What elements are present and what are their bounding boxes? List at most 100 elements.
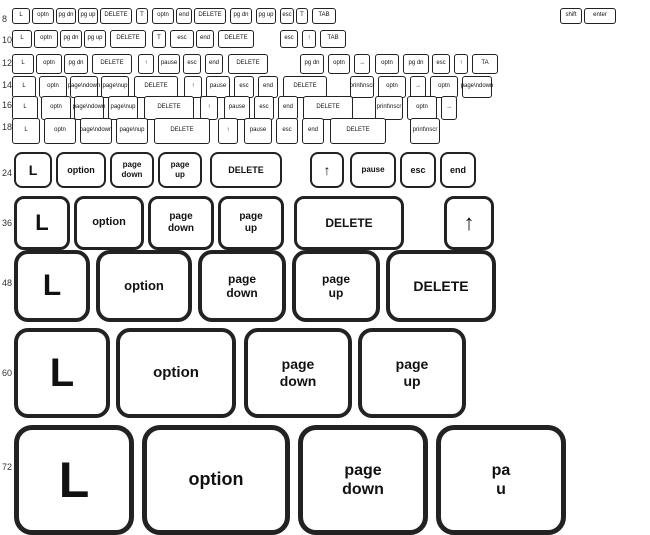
key-TA-r12[interactable]: TA (472, 54, 498, 74)
key-pause-r12[interactable]: pause (158, 54, 180, 74)
key-pgdn2-r8[interactable]: pg dn (230, 8, 252, 24)
key-enter-r8[interactable]: enter (584, 8, 616, 24)
key-end-r18[interactable]: end (302, 118, 324, 144)
key-option-r14[interactable]: optn (39, 76, 67, 98)
key-L-r16[interactable]: L (12, 96, 38, 120)
key-delete2-r18[interactable]: DELETE (330, 118, 386, 144)
key-T-r8[interactable]: T (136, 8, 148, 24)
key-pgdn2-r14[interactable]: page\ndown (462, 76, 492, 98)
key-delete2-r16[interactable]: DELETE (303, 96, 353, 120)
key-option-r16[interactable]: optn (41, 96, 71, 120)
key-tab-r8[interactable]: TAB (312, 8, 336, 24)
key-delete-r10[interactable]: DELETE (110, 30, 146, 48)
key-tab-r10[interactable]: TAB (320, 30, 346, 48)
key-end-r14[interactable]: end (258, 76, 278, 98)
key-option-r48[interactable]: option (96, 250, 192, 322)
key-end-r16[interactable]: end (278, 96, 298, 120)
key-psc-r16[interactable]: print\nscr (375, 96, 403, 120)
key-psc-r18[interactable]: print\nscr (410, 118, 440, 144)
key-option2-r14[interactable]: optn (378, 76, 406, 98)
key-pgup-r72[interactable]: pau (436, 425, 566, 535)
key-arr-r10[interactable]: ↑ (302, 30, 316, 48)
key-pgdn-r14[interactable]: page\ndown (70, 76, 98, 98)
key-pgup-r60[interactable]: pageup (358, 328, 466, 418)
key-delete-r18[interactable]: DELETE (154, 118, 210, 144)
key-esc-r16[interactable]: esc (254, 96, 274, 120)
key-end-r12[interactable]: end (205, 54, 223, 74)
key-L-r18[interactable]: L (12, 118, 40, 144)
key-pgup-r36[interactable]: pageup (218, 196, 284, 250)
key-option-r72[interactable]: option (142, 425, 290, 535)
key-delete-r16[interactable]: DELETE (144, 96, 194, 120)
key-end-r10[interactable]: end (196, 30, 214, 48)
key-arr-r14[interactable]: ↑ (184, 76, 202, 98)
key-pgdn-r10[interactable]: pg dn (60, 30, 82, 48)
key-esc2-r10[interactable]: esc (280, 30, 298, 48)
key-arr-r24[interactable]: ↑ (310, 152, 344, 188)
key-pgdn-r8[interactable]: pg dn (56, 8, 76, 24)
key-delete-r14[interactable]: DELETE (134, 76, 178, 98)
key-arr-r12[interactable]: ↑ (138, 54, 154, 74)
key-pgup-r18[interactable]: page\nup (116, 118, 148, 144)
key-esc-r14[interactable]: esc (234, 76, 254, 98)
key-esc-r12[interactable]: esc (183, 54, 201, 74)
key-arr-r16[interactable]: ↑ (200, 96, 218, 120)
key-pgdn-r16[interactable]: page\ndown (74, 96, 104, 120)
key-pgup-r24[interactable]: pageup (158, 152, 202, 188)
key-option-r12[interactable]: optn (36, 54, 62, 74)
key-pgdn3-r12[interactable]: pg dn (403, 54, 429, 74)
key-L-r24[interactable]: L (14, 152, 52, 188)
key-option-r18[interactable]: optn (44, 118, 76, 144)
key-pgup-r48[interactable]: pageup (292, 250, 380, 322)
key-arr-r36[interactable]: ↑ (444, 196, 494, 250)
key-arr2-r14[interactable]: → (410, 76, 426, 98)
key-option2-r12[interactable]: optn (328, 54, 350, 74)
key-esc-r24[interactable]: esc (400, 152, 436, 188)
key-L-r60[interactable]: L (14, 328, 110, 418)
key-pgdn2-r12[interactable]: pg dn (300, 54, 324, 74)
key-pause-r14[interactable]: pause (206, 76, 230, 98)
key-pgup-r8[interactable]: pg up (78, 8, 98, 24)
key-L-r48[interactable]: L (14, 250, 90, 322)
key-L-r72[interactable]: L (14, 425, 134, 535)
key-pgup-r16[interactable]: page\nup (108, 96, 138, 120)
key-sh-r8[interactable]: shift (560, 8, 582, 24)
key-pgdn-r12[interactable]: pg dn (64, 54, 88, 74)
key-esc-r10[interactable]: esc (170, 30, 194, 48)
key-delete2-r12[interactable]: DELETE (228, 54, 268, 74)
key-delete-r24[interactable]: DELETE (210, 152, 282, 188)
key-L-r8[interactable]: L (12, 8, 30, 24)
key-delete-r8[interactable]: DELETE (100, 8, 132, 24)
key-delete2-r8[interactable]: DELETE (194, 8, 226, 24)
key-pgdn-r18[interactable]: page\ndown (80, 118, 112, 144)
key-psc-r14[interactable]: print\nscr (350, 76, 374, 98)
key-delete-r48[interactable]: DELETE (386, 250, 496, 322)
key-option-r24[interactable]: option (56, 152, 106, 188)
key-arr3-r12[interactable]: ↑ (454, 54, 468, 74)
key-T-r10[interactable]: T (152, 30, 166, 48)
key-delete-r36[interactable]: DELETE (294, 196, 404, 250)
key-delete2-r14[interactable]: DELETE (283, 76, 327, 98)
key-option-r60[interactable]: option (116, 328, 236, 418)
key-arr2-r16[interactable]: → (441, 96, 457, 120)
key-pgdn-r48[interactable]: pagedown (198, 250, 286, 322)
key-esc-r18[interactable]: esc (276, 118, 298, 144)
key-pgdn-r36[interactable]: pagedown (148, 196, 214, 250)
key-end-r8[interactable]: end (176, 8, 192, 24)
key-option2-r8[interactable]: optn (152, 8, 174, 24)
key-L-r14[interactable]: L (12, 76, 36, 98)
key-option-r8[interactable]: optn (32, 8, 54, 24)
key-option-r10[interactable]: optn (34, 30, 58, 48)
key-L-r36[interactable]: L (14, 196, 70, 250)
key-delete2-r10[interactable]: DELETE (218, 30, 254, 48)
key-pgup-r14[interactable]: page\nup (101, 76, 129, 98)
key-L-r10[interactable]: L (12, 30, 32, 48)
key-option2-r16[interactable]: optn (407, 96, 437, 120)
key-arr2-r12[interactable]: → (354, 54, 370, 74)
key-T2-r8[interactable]: T (296, 8, 308, 24)
key-esc2-r12[interactable]: esc (432, 54, 450, 74)
key-pause-r18[interactable]: pause (244, 118, 272, 144)
key-delete-r12[interactable]: DELETE (92, 54, 132, 74)
key-pgup2-r8[interactable]: pg up (256, 8, 276, 24)
key-end-r24[interactable]: end (440, 152, 476, 188)
